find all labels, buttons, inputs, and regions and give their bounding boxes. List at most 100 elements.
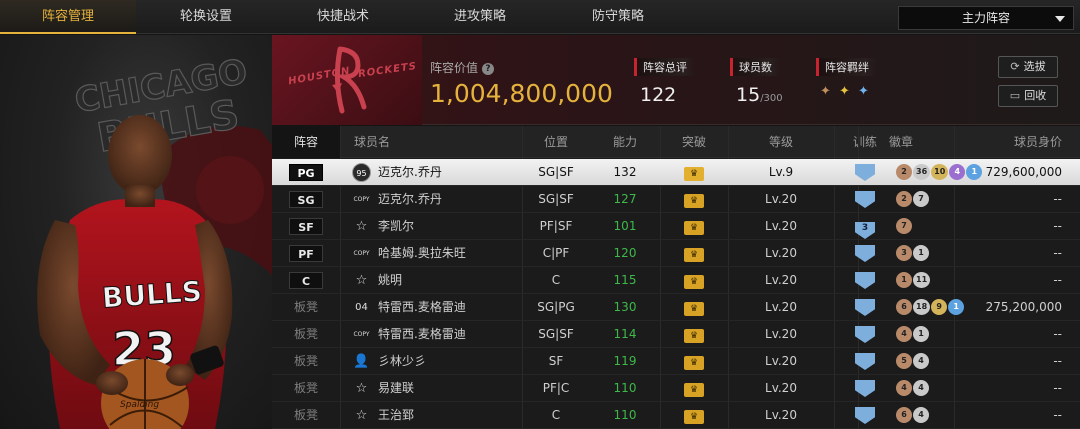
player-value: -- <box>1053 354 1062 368</box>
silver-badge-icon[interactable]: 1 <box>913 245 929 261</box>
player-name: 迈克尔.乔丹 <box>378 165 442 179</box>
bronze-badge-icon[interactable]: 3 <box>896 245 912 261</box>
breakthrough-cell: ♛ <box>660 159 728 186</box>
bronze-badge-icon[interactable]: 4 <box>896 380 912 396</box>
col-player-name: 球员名 <box>354 135 391 149</box>
table-row[interactable]: PF COPY 哈基姆.奥拉朱旺 C|PF 120 ♛ Lv.20 3 1 -- <box>272 240 1080 267</box>
slot-cell: 板凳 <box>293 327 318 341</box>
crown-icon[interactable]: ♛ <box>684 248 704 262</box>
player-name: 特雷西.麦格雷迪 <box>378 327 466 341</box>
refresh-icon: ⟳ <box>1010 60 1020 73</box>
table-row[interactable]: C ☆ 姚明 C 115 ♛ Lv.20 1 11 -- <box>272 267 1080 294</box>
bronze-badge-icon[interactable]: 6 <box>896 299 912 315</box>
bronze-badge-icon[interactable]: 5 <box>896 353 912 369</box>
gold-badge-icon[interactable]: 10 <box>931 164 949 180</box>
silver-badge-icon[interactable]: 1 <box>913 326 929 342</box>
copy-icon: COPY <box>353 250 370 257</box>
badges-cell: 64 <box>896 407 929 423</box>
bronze-badge-icon[interactable]: 2 <box>896 191 912 207</box>
team-logo: HOUSTON ROCKETS <box>272 35 422 125</box>
table-row[interactable]: SF ☆ 李凯尔 PF|SF 101 ♛ Lv.20 3 7 -- <box>272 213 1080 240</box>
tab-defense-strategy[interactable]: 防守策略 <box>550 0 686 34</box>
silver-badge-icon[interactable]: 18 <box>913 299 931 315</box>
player-name: 迈克尔.乔丹 <box>378 192 442 206</box>
table-row[interactable]: 板凳 ☆ 易建联 PF|C 110 ♛ Lv.20 4 4 -- <box>272 375 1080 402</box>
silver-badge-icon[interactable]: 4 <box>913 380 929 396</box>
training-cell <box>834 186 896 213</box>
recycle-button[interactable]: ▭ 回收 <box>998 85 1058 107</box>
training-shield-icon[interactable] <box>855 353 875 370</box>
silver-badge-icon[interactable]: 36 <box>913 164 931 180</box>
crown-icon[interactable]: ♛ <box>684 275 704 289</box>
silver-badge-icon[interactable]: 7 <box>913 191 929 207</box>
silver-badge-icon[interactable]: 11 <box>913 272 931 288</box>
select-button[interactable]: ⟳ 选拔 <box>998 56 1058 78</box>
silver-badge-icon[interactable]: 4 <box>913 407 929 423</box>
ball-text: Spalding <box>120 400 159 410</box>
silver-badge-icon[interactable]: 4 <box>913 353 929 369</box>
training-cell <box>834 240 896 267</box>
training-shield-icon[interactable] <box>855 299 875 316</box>
table-row[interactable]: PG 95 迈克尔.乔丹 SG|SF 132 ♛ Lv.9 2 36 10 4 1 729,600,00… <box>272 159 1080 186</box>
breakthrough-cell: ♛ <box>660 348 728 375</box>
bronze-badge-icon[interactable]: 2 <box>896 164 912 180</box>
crown-icon[interactable]: ♛ <box>684 329 704 343</box>
training-shield-icon[interactable] <box>855 272 875 289</box>
bronze-badge-icon[interactable]: 6 <box>896 407 912 423</box>
player-position: PF|C <box>542 381 570 395</box>
crown-icon[interactable]: ♛ <box>684 302 704 316</box>
player-position: SG|SF <box>538 327 574 341</box>
table-row[interactable]: 板凳 ☆ 王治郅 C 110 ♛ Lv.20 6 4 -- <box>272 402 1080 429</box>
help-icon[interactable]: ? <box>482 63 495 75</box>
training-shield-icon[interactable] <box>855 326 875 343</box>
crown-icon[interactable]: ♛ <box>684 383 704 397</box>
player-name: 李凯尔 <box>378 219 415 233</box>
player-name: 特雷西.麦格雷迪 <box>378 300 466 314</box>
training-cell: 3 <box>834 213 896 240</box>
training-shield-icon[interactable] <box>855 164 875 181</box>
gold-badge-icon[interactable]: 9 <box>931 299 948 315</box>
player-name-cell: ☆ 易建联 <box>340 375 522 402</box>
player-level: Lv.20 <box>765 408 797 422</box>
crown-icon[interactable]: ♛ <box>684 356 704 370</box>
table-row[interactable]: SG COPY 迈克尔.乔丹 SG|SF 127 ♛ Lv.20 2 7 -- <box>272 186 1080 213</box>
crown-icon[interactable]: ♛ <box>684 410 704 424</box>
player-value: -- <box>1053 381 1062 395</box>
lineup-dropdown[interactable]: 主力阵容 <box>898 6 1074 30</box>
bond-icon-blue[interactable]: ✦ <box>858 84 872 100</box>
player-name: 易建联 <box>378 381 415 395</box>
crown-icon[interactable]: ♛ <box>684 221 704 235</box>
bronze-badge-icon[interactable]: 4 <box>896 326 912 342</box>
breakthrough-cell: ♛ <box>660 267 728 294</box>
star-icon: ☆ <box>355 381 368 396</box>
lineup-rating-value: 122 <box>640 84 677 106</box>
training-shield-icon[interactable] <box>855 407 875 424</box>
badges-cell: 7 <box>896 218 912 234</box>
training-shield-icon[interactable] <box>855 380 875 397</box>
crown-icon[interactable]: ♛ <box>684 167 704 181</box>
training-shield-icon[interactable] <box>855 191 875 208</box>
tab-offense-strategy[interactable]: 进攻策略 <box>410 0 550 34</box>
player-level: Lv.20 <box>765 327 797 341</box>
player-value: -- <box>1053 273 1062 287</box>
col-ability: 能力 <box>612 135 637 149</box>
table-row[interactable]: 板凳 04 特雷西.麦格雷迪 SG|PG 130 ♛ Lv.20 6 18 9 1 275,200,0… <box>272 294 1080 321</box>
crown-icon[interactable]: ♛ <box>684 194 704 208</box>
training-shield-icon[interactable] <box>855 245 875 262</box>
training-shield-icon[interactable]: 3 <box>855 222 875 239</box>
player-count-value: 15 <box>736 84 761 106</box>
tab-rotation-settings[interactable]: 轮换设置 <box>136 0 276 34</box>
table-row[interactable]: 板凳 👤 彡林少彡 SF 119 ♛ Lv.20 5 4 -- <box>272 348 1080 375</box>
player-value: -- <box>1053 192 1062 206</box>
slot-cell: SF <box>272 213 340 240</box>
lineup-bond-stat: 阵容羁绊 ✦ ✦ ✦ <box>816 56 877 100</box>
player-position: C|PF <box>542 246 570 260</box>
slot-cell: PF <box>272 240 340 267</box>
bond-icon-gold[interactable]: ✦ <box>839 84 853 100</box>
bronze-badge-icon[interactable]: 1 <box>896 272 912 288</box>
tab-quick-tactics[interactable]: 快捷战术 <box>276 0 410 34</box>
tab-lineup-management[interactable]: 阵容管理 <box>0 0 136 34</box>
bond-icon-bronze[interactable]: ✦ <box>820 84 834 100</box>
table-row[interactable]: 板凳 COPY 特雷西.麦格雷迪 SG|SF 114 ♛ Lv.20 4 1 -- <box>272 321 1080 348</box>
bronze-badge-icon[interactable]: 7 <box>896 218 912 234</box>
